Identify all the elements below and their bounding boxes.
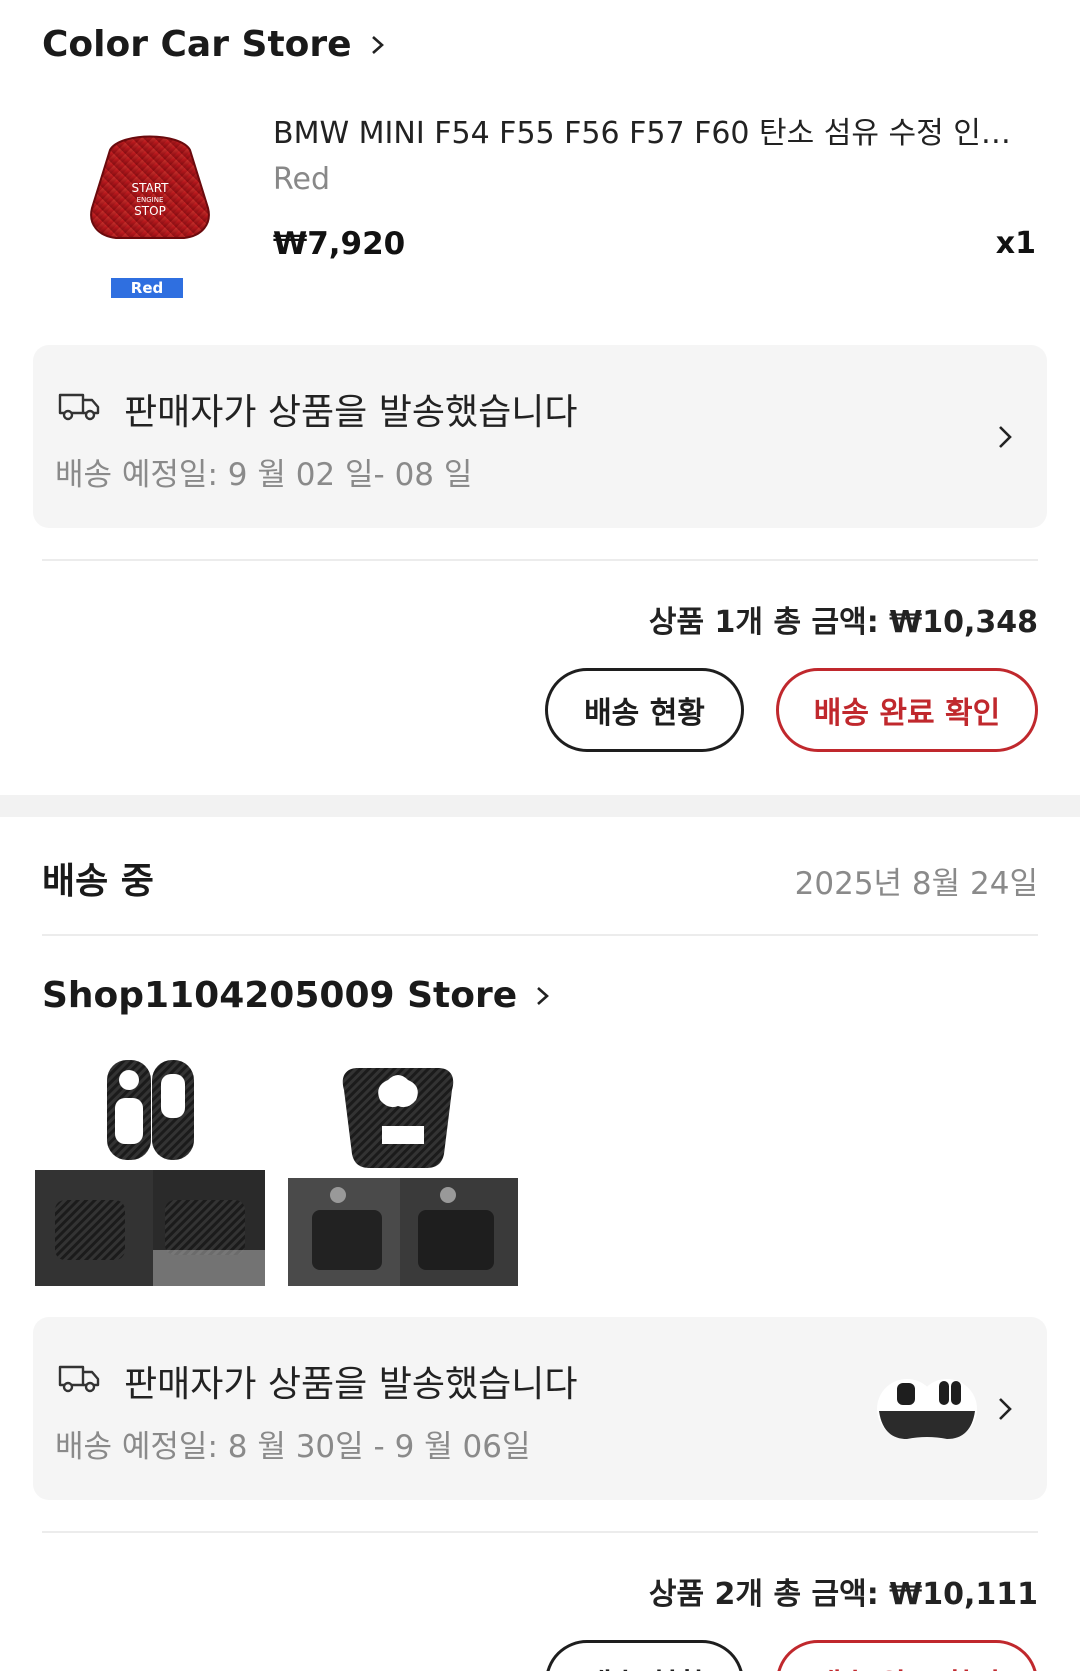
section-separator — [0, 795, 1080, 817]
product-thumbnail[interactable] — [35, 1050, 265, 1286]
console-panel-image — [288, 1050, 518, 1286]
thumb-text-engine: ENGINE — [137, 196, 164, 204]
divider — [42, 934, 1038, 936]
product-price: ₩7,920 — [273, 226, 406, 262]
order-total: 상품 2개 총 금액: ₩10,111 — [648, 1577, 1038, 1612]
shipping-eta: 배송 예정일: 9 월 02 일- 08 일 — [55, 457, 473, 493]
divider — [42, 1531, 1038, 1533]
product-mini-thumbnail — [877, 1379, 977, 1439]
order-total: 상품 1개 총 금액: ₩10,348 — [648, 605, 1038, 640]
truck-icon — [58, 393, 100, 421]
store-name: Shop1104205009 Store — [42, 975, 518, 1016]
store-name: Color Car Store — [42, 24, 352, 65]
product-quantity: x1 — [995, 226, 1036, 261]
divider — [42, 559, 1038, 561]
product-variant: Red — [273, 162, 330, 197]
product-thumbnail[interactable]: START ENGINE STOP Red — [80, 120, 220, 300]
chevron-right-icon — [371, 35, 384, 54]
chevron-right-icon — [999, 426, 1012, 448]
track-shipment-button[interactable]: 배송 현황 — [545, 668, 744, 752]
store-link-shop1104205009[interactable]: Shop1104205009 Store — [42, 975, 553, 1016]
shipping-status-text: 판매자가 상품을 발송했습니다 — [124, 392, 578, 433]
confirm-delivery-button[interactable]: 배송 완료 확인 — [776, 1640, 1038, 1671]
window-switch-panel-image — [35, 1050, 265, 1286]
truck-icon — [58, 1365, 100, 1393]
start-stop-button-image: START ENGINE STOP Red — [90, 135, 210, 298]
product-thumbnail[interactable] — [288, 1050, 518, 1286]
order-status-title: 배송 중 — [42, 861, 154, 902]
chevron-right-icon — [537, 986, 550, 1005]
shipping-status-card[interactable]: 판매자가 상품을 발송했습니다 배송 예정일: 9 월 02 일- 08 일 — [33, 345, 1047, 528]
thumb-text-start: START — [131, 181, 169, 195]
thumb-text-stop: STOP — [134, 204, 166, 218]
shipping-status-card[interactable]: 판매자가 상품을 발송했습니다 배송 예정일: 8 월 30일 - 9 월 06… — [33, 1317, 1047, 1500]
store-link-color-car-store[interactable]: Color Car Store — [42, 24, 388, 65]
chevron-right-icon — [999, 1398, 1012, 1420]
shipping-status-text: 판매자가 상품을 발송했습니다 — [124, 1364, 578, 1405]
confirm-delivery-button[interactable]: 배송 완료 확인 — [776, 668, 1038, 752]
order-date: 2025년 8월 24일 — [794, 866, 1038, 902]
variant-badge: Red — [131, 279, 163, 297]
track-shipment-button[interactable]: 배송 현황 — [545, 1640, 744, 1671]
product-title[interactable]: BMW MINI F54 F55 F56 F57 F60 탄소 섬유 수정 인테… — [273, 108, 1033, 152]
shipping-eta: 배송 예정일: 8 월 30일 - 9 월 06일 — [55, 1429, 531, 1465]
